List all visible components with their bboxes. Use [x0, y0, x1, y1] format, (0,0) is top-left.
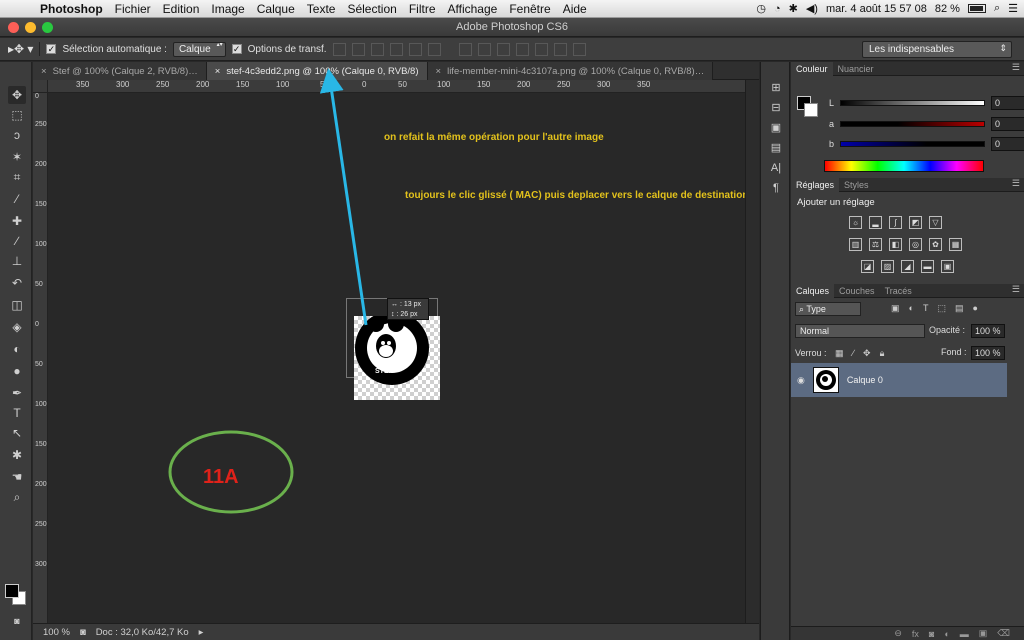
color-slider-a[interactable]: a 0	[829, 117, 1024, 131]
filter-pixel-icon[interactable]: ▣	[891, 303, 900, 314]
exposure-adjust-icon[interactable]: ◩	[909, 216, 922, 229]
photoshop-screen: Photoshop Fichier Edition Image Calque T…	[0, 0, 1024, 640]
curves-adjust-icon[interactable]: ∫	[889, 216, 902, 229]
actions-panel-icon[interactable]: ▣	[768, 120, 784, 136]
filter-value: Type	[806, 304, 826, 314]
lock-label: Verrou :	[795, 348, 827, 358]
blend-mode-dropdown[interactable]: Normal	[795, 324, 925, 338]
filter-toggle-icon[interactable]: ●	[972, 303, 977, 314]
color-panel-tabs: Couleur Nuancier ☰	[791, 61, 1024, 76]
vibrance-adjust-icon[interactable]: ▽	[929, 216, 942, 229]
zoom-level[interactable]: 100 %	[43, 627, 70, 638]
layers-panel-tabs: Calques Couches Tracés ☰	[791, 283, 1024, 298]
adjustment-layer-icon[interactable]: ◐	[944, 629, 949, 639]
character-panel-icon[interactable]: A|	[768, 160, 784, 176]
tab-couches[interactable]: Couches	[834, 284, 880, 298]
tab-couleur[interactable]: Couleur	[791, 61, 833, 76]
layer-style-icon[interactable]: fx	[912, 629, 919, 639]
lock-transparency-icon[interactable]: ▦	[835, 348, 844, 359]
add-mask-icon[interactable]: ◙	[929, 629, 934, 639]
black-white-adjust-icon[interactable]: ◧	[889, 238, 902, 251]
posterize-adjust-icon[interactable]: ▨	[881, 260, 894, 273]
filter-type-icon[interactable]: T	[923, 303, 929, 314]
slider-track[interactable]	[840, 100, 986, 106]
adjust-row-3: ◪ ▨ ◢ ▬ ▣	[861, 260, 954, 273]
tab-calques[interactable]: Calques	[791, 283, 835, 298]
layer-filter-dropdown[interactable]: ⌕ Type	[795, 302, 861, 316]
status-bar: 100 % ◙ Doc : 32,0 Ko/42,7 Ko ▸	[33, 623, 759, 640]
drag-arrow	[319, 68, 368, 326]
slider-value[interactable]: 0	[991, 96, 1024, 110]
slider-label: b	[829, 139, 835, 149]
lock-icons: ▦ ∕ ✥ 🔒︎	[835, 348, 884, 359]
tab-nuancier[interactable]: Nuancier	[833, 62, 879, 76]
slider-label: L	[829, 98, 835, 108]
visibility-eye-icon[interactable]: ◉	[797, 375, 805, 386]
delete-layer-icon[interactable]: ⌫	[997, 628, 1010, 639]
opacity-input[interactable]: 100 %	[971, 324, 1005, 338]
paragraph-panel-icon[interactable]: ¶	[768, 180, 784, 196]
photo-filter-adjust-icon[interactable]: ◎	[909, 238, 922, 251]
panel-menu-icon[interactable]: ☰	[1012, 62, 1020, 73]
color-balance-adjust-icon[interactable]: ⚖	[869, 238, 882, 251]
slider-track[interactable]	[840, 141, 986, 147]
panel-menu-icon[interactable]: ☰	[1012, 178, 1020, 189]
tab-styles[interactable]: Styles	[839, 178, 874, 192]
layer-thumb-image	[815, 370, 836, 390]
step-label: 11A	[203, 466, 239, 488]
filter-adjust-icon[interactable]: ◐	[909, 303, 914, 314]
color-slider-l[interactable]: L 0	[829, 96, 1024, 110]
selective-color-adjust-icon[interactable]: ▣	[941, 260, 954, 273]
layer-filter-icons: ▣ ◐ T ⬚ ▤ ●	[891, 303, 978, 314]
hue-saturation-adjust-icon[interactable]: ▥	[849, 238, 862, 251]
color-lookup-adjust-icon[interactable]: ▦	[949, 238, 962, 251]
right-panels: Couleur Nuancier ☰ L 0 a 0 b 0 Réglages …	[791, 61, 1024, 640]
layer-thumbnail	[812, 367, 839, 393]
new-layer-icon[interactable]: ▣	[979, 628, 988, 639]
gradient-map-adjust-icon[interactable]: ▬	[921, 260, 934, 273]
slider-value[interactable]: 0	[991, 117, 1024, 131]
channel-mixer-adjust-icon[interactable]: ✿	[929, 238, 942, 251]
color-slider-b[interactable]: b 0	[829, 137, 1024, 151]
threshold-adjust-icon[interactable]: ◢	[901, 260, 914, 273]
slider-value[interactable]: 0	[991, 137, 1024, 151]
opacity-label: Opacité :	[929, 325, 966, 335]
status-menu-arrow-icon[interactable]: ▸	[199, 627, 204, 638]
slider-label: a	[829, 119, 835, 129]
filter-smart-icon[interactable]: ▤	[955, 303, 964, 314]
history-panel-icon[interactable]: ⊞	[768, 80, 784, 96]
doc-size: Doc : 32,0 Ko/42,7 Ko	[95, 626, 189, 638]
layer-name[interactable]: Calque 0	[847, 375, 883, 385]
levels-adjust-icon[interactable]: ▂	[869, 216, 882, 229]
panel-menu-icon[interactable]: ☰	[1012, 284, 1020, 295]
adjust-heading: Ajouter un réglage	[797, 197, 875, 208]
adjust-row-2: ▥ ⚖ ◧ ◎ ✿ ▦	[849, 238, 962, 251]
lock-pixels-icon[interactable]: ∕	[853, 348, 855, 359]
new-group-icon[interactable]: ▬	[960, 629, 969, 639]
color-bg-swatch[interactable]	[804, 103, 818, 117]
properties-panel-icon[interactable]: ⊟	[768, 100, 784, 116]
tab-traces[interactable]: Tracés	[880, 284, 917, 298]
invert-adjust-icon[interactable]: ◪	[861, 260, 874, 273]
fill-input[interactable]: 100 %	[971, 346, 1005, 360]
panel-dock-icons: ⊞ ⊟ ▣ ▤ A| ¶	[760, 62, 790, 640]
fill-label: Fond :	[941, 347, 967, 357]
color-spectrum[interactable]	[824, 160, 984, 172]
tab-reglages[interactable]: Réglages	[791, 177, 840, 192]
layer-row[interactable]: ◉ Calque 0	[791, 363, 1007, 397]
slider-track[interactable]	[840, 121, 986, 127]
link-layers-icon[interactable]: ⊖	[894, 628, 902, 639]
layers-footer: ⊖ fx ◙ ◐ ▬ ▣ ⌫	[791, 626, 1024, 640]
lock-all-icon[interactable]: 🔒︎	[880, 348, 885, 359]
brightness-adjust-icon[interactable]: ☼	[849, 216, 862, 229]
vertical-scrollbar[interactable]	[745, 80, 759, 623]
status-info-icon[interactable]: ◙	[80, 627, 86, 638]
adjust-panel-tabs: Réglages Styles ☰	[791, 177, 1024, 192]
foreground-color-swatch[interactable]	[5, 584, 19, 598]
info-panel-icon[interactable]: ▤	[768, 140, 784, 156]
adjust-row-1: ☼ ▂ ∫ ◩ ▽	[849, 216, 942, 229]
lock-position-icon[interactable]: ✥	[863, 348, 871, 359]
filter-shape-icon[interactable]: ⬚	[937, 303, 946, 314]
